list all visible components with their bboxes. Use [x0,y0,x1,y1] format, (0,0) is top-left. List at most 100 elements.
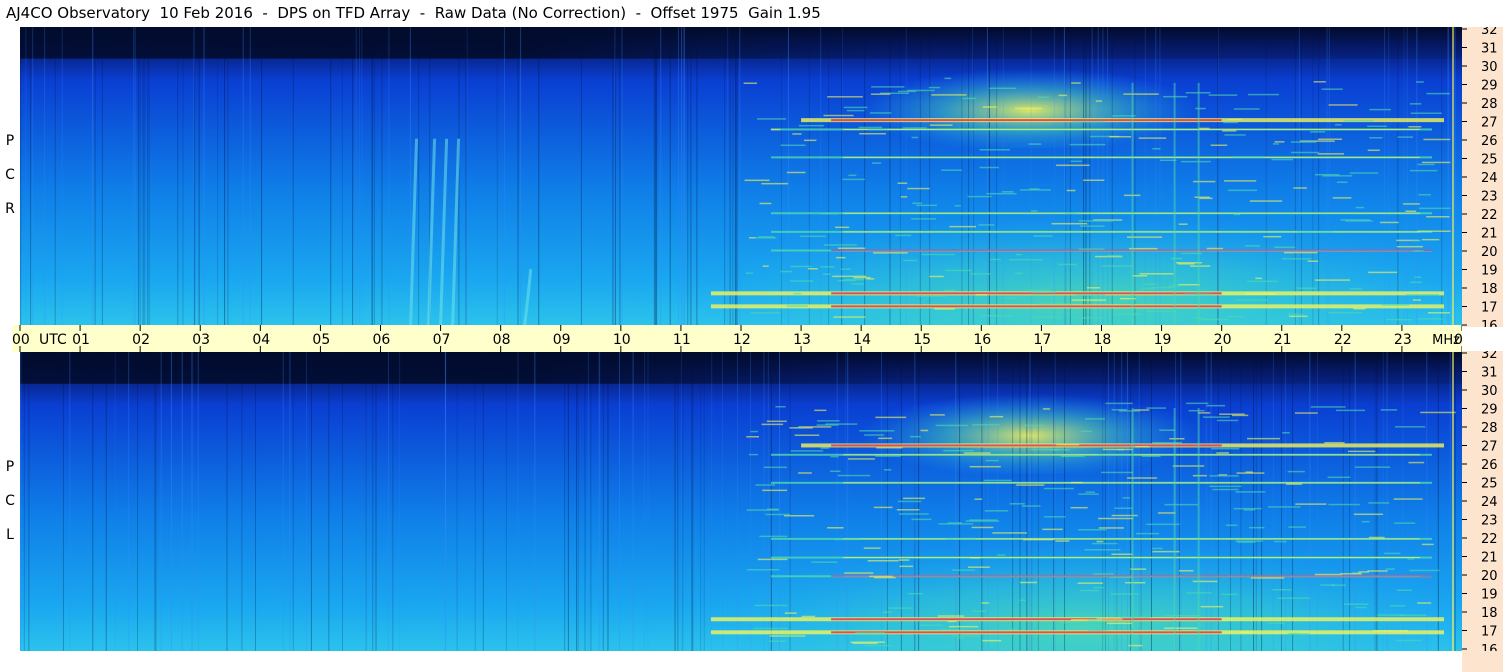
noise-streak [1384,27,1386,325]
noise-streak [889,27,891,325]
strong-band-core [831,631,1222,634]
speckle [1071,299,1106,301]
noise-streak [612,27,614,325]
speckle [743,82,758,85]
speckle [1297,287,1317,289]
speckle [888,607,914,609]
vertical-rfi-line [1173,408,1176,651]
speckle [1223,121,1239,124]
speckle [1384,552,1401,555]
speckle [908,592,924,595]
speckle [798,472,812,474]
speckle [1410,281,1422,284]
time-tick-label: 13 [793,332,811,348]
speckle [780,270,792,273]
freq-tick-label: 28 [1481,97,1498,112]
speckle [1314,279,1351,281]
speckle [820,212,839,215]
speckle [768,640,787,642]
noise-streak [587,352,589,651]
speckle [794,434,820,436]
noise-streak [972,27,974,325]
noise-streak [114,352,116,651]
speckle [952,635,980,637]
noise-streak [62,352,64,651]
spectrogram-rcp [20,27,1462,325]
speckle [1412,299,1421,301]
noise-streak [653,27,655,325]
noise-streak [1312,27,1314,325]
speckle [1235,540,1263,542]
speckle [744,179,770,182]
speckle [775,405,786,408]
noise-streak [687,27,689,325]
speckle [1293,187,1307,189]
speckle [1080,225,1105,227]
speckle [1003,297,1017,300]
speckle [1421,161,1451,164]
speckle [1247,93,1279,96]
noise-streak [644,352,646,651]
speckle [1029,289,1052,291]
speckle [984,510,1009,512]
speckle [1245,293,1276,295]
noise-streak [567,352,569,651]
speckle [929,124,953,126]
speckle [833,316,866,318]
speckle [1219,413,1245,415]
speckle [1145,310,1177,313]
speckle [823,114,854,117]
speckle [1317,153,1344,155]
noise-streak [1437,352,1439,651]
pol-letter-top-3: R [5,201,15,217]
time-tick-label: 20 [1214,332,1232,348]
speckle [946,537,977,540]
noise-streak [292,27,294,325]
speckle [1361,520,1370,523]
speckle [800,235,827,238]
speckle [1152,547,1163,550]
noise-streak [1449,352,1451,651]
speckle [1268,622,1285,624]
speckle [844,572,874,574]
speckle [1290,141,1317,143]
speckle [1386,318,1402,321]
speckle [1021,505,1041,507]
speckle [1406,294,1439,296]
speckle [1095,100,1103,102]
noise-streak [722,352,724,651]
pol-letter-bot-2: C [5,493,15,509]
noise-streak [986,27,988,325]
speckle [1115,313,1141,315]
speckle [1216,452,1229,454]
speckle [1380,409,1398,411]
noise-streak [750,352,752,651]
strong-band-core [831,119,1222,122]
freq-tick-label: 32 [1481,27,1498,38]
speckle [1394,522,1416,524]
speckle [1192,474,1207,477]
speckle [876,447,903,449]
freq-tick-label: 25 [1481,153,1498,168]
speckle [1367,570,1388,572]
noise-streak [959,352,961,651]
pol-letter-top-2: C [5,167,15,183]
speckle [1065,212,1076,215]
speckle [983,479,1012,482]
speckle [1212,488,1239,491]
noise-streak [30,27,32,325]
noise-streak [656,27,658,325]
noise-streak [881,352,883,651]
noise-streak [886,352,888,651]
speckle [1009,258,1043,261]
speckle [1423,138,1451,141]
noise-streak [1085,27,1087,325]
freq-tick-label: 24 [1481,495,1498,510]
noise-streak [1012,352,1014,651]
speckle [1310,406,1346,408]
noise-streak [371,27,373,325]
noise-streak [292,352,294,651]
spectrogram-lcp [20,352,1462,651]
noise-streak [134,27,136,325]
speckle [1396,245,1423,248]
